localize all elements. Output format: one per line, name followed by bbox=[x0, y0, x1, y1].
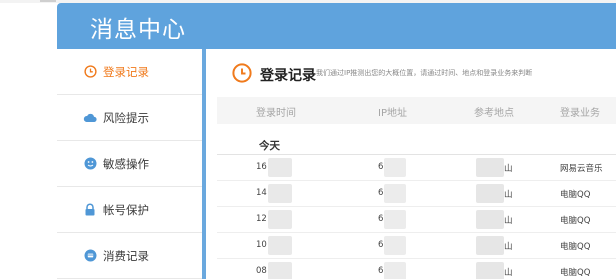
redaction-blur bbox=[476, 184, 504, 203]
lock-icon bbox=[83, 203, 97, 217]
redaction-blur bbox=[384, 158, 406, 177]
redaction-blur bbox=[384, 236, 406, 255]
sidebar-item-risk-alerts[interactable]: 风险提示 bbox=[57, 95, 202, 141]
ip-address-cell: 6 bbox=[378, 266, 384, 276]
service-cell: 电脑QQ bbox=[560, 190, 591, 200]
login-time-cell: 08 bbox=[256, 266, 267, 276]
smiley-icon bbox=[83, 157, 97, 171]
ip-address-cell: 6 bbox=[378, 188, 384, 198]
location-cell: 山 bbox=[504, 242, 513, 252]
login-time-cell: 16 bbox=[256, 162, 267, 172]
redaction-blur bbox=[268, 210, 292, 229]
page-title: 消息中心 bbox=[90, 17, 186, 43]
location-cell: 山 bbox=[504, 268, 513, 278]
column-header-place: 参考地点 bbox=[474, 108, 514, 119]
redaction-blur bbox=[476, 236, 504, 255]
ip-address-cell: 6 bbox=[378, 214, 384, 224]
top-strip-tick bbox=[40, 0, 56, 2]
redaction-blur bbox=[384, 262, 406, 279]
sidebar-item-label: 消费记录 bbox=[103, 248, 149, 263]
redaction-blur bbox=[384, 210, 406, 229]
redaction-blur bbox=[476, 210, 504, 229]
column-header-ip: IP地址 bbox=[378, 108, 407, 119]
sidebar-item-label: 登录记录 bbox=[103, 64, 149, 79]
column-header-time: 登录时间 bbox=[256, 108, 296, 119]
clock-icon bbox=[232, 63, 252, 83]
ip-address-cell: 6 bbox=[378, 240, 384, 250]
sidebar-item-label: 敏感操作 bbox=[103, 156, 149, 171]
coin-icon bbox=[83, 249, 97, 263]
sidebar-item-account-protection[interactable]: 帐号保护 bbox=[57, 187, 202, 233]
location-cell: 山 bbox=[504, 164, 513, 174]
service-cell: 电脑QQ bbox=[560, 216, 591, 226]
table-header: 登录时间 IP地址 参考地点 登录业务 bbox=[217, 97, 616, 124]
table-row: 16 6 山 网易云音乐 bbox=[217, 155, 616, 181]
sidebar-item-purchases[interactable]: 消费记录 bbox=[57, 233, 202, 279]
section-description: 我们通过IP推测出您的大概位置，请通过时间、地点和登录业务来判断 bbox=[316, 69, 533, 77]
redaction-blur bbox=[268, 236, 292, 255]
day-group-label: 今天 bbox=[259, 140, 280, 152]
table-row: 08 6 山 电脑QQ bbox=[217, 259, 616, 279]
header-bar: 消息中心 bbox=[57, 3, 616, 49]
redaction-blur bbox=[476, 158, 504, 177]
sidebar-item-login-records[interactable]: 登录记录 bbox=[57, 49, 202, 95]
column-header-service: 登录业务 bbox=[560, 108, 600, 119]
section-title: 登录记录 bbox=[260, 68, 316, 84]
location-cell: 山 bbox=[504, 216, 513, 226]
sidebar: 登录记录 风险提示 敏感操作 帐号保护 消费记录 bbox=[57, 49, 202, 279]
table-row: 10 6 山 电脑QQ bbox=[217, 233, 616, 259]
table-row: 14 6 山 电脑QQ bbox=[217, 181, 616, 207]
location-cell: 山 bbox=[504, 190, 513, 200]
login-time-cell: 10 bbox=[256, 240, 267, 250]
cloud-icon bbox=[83, 111, 97, 125]
sidebar-item-label: 帐号保护 bbox=[103, 202, 149, 217]
redaction-blur bbox=[384, 184, 406, 203]
ip-address-cell: 6 bbox=[378, 162, 384, 172]
redaction-blur bbox=[268, 158, 292, 177]
sidebar-item-sensitive-ops[interactable]: 敏感操作 bbox=[57, 141, 202, 187]
table-row: 12 6 山 电脑QQ bbox=[217, 207, 616, 233]
login-time-cell: 14 bbox=[256, 188, 267, 198]
clock-icon bbox=[83, 65, 97, 79]
sidebar-item-label: 风险提示 bbox=[103, 110, 149, 125]
redaction-blur bbox=[268, 262, 292, 279]
redaction-blur bbox=[476, 262, 504, 279]
login-time-cell: 12 bbox=[256, 214, 267, 224]
service-cell: 网易云音乐 bbox=[560, 164, 603, 174]
section-header: 登录记录 我们通过IP推测出您的大概位置，请通过时间、地点和登录业务来判断 bbox=[206, 49, 616, 97]
redaction-blur bbox=[268, 184, 292, 203]
main-panel: 登录记录 我们通过IP推测出您的大概位置，请通过时间、地点和登录业务来判断 登录… bbox=[206, 49, 616, 279]
service-cell: 电脑QQ bbox=[560, 242, 591, 252]
service-cell: 电脑QQ bbox=[560, 268, 591, 278]
